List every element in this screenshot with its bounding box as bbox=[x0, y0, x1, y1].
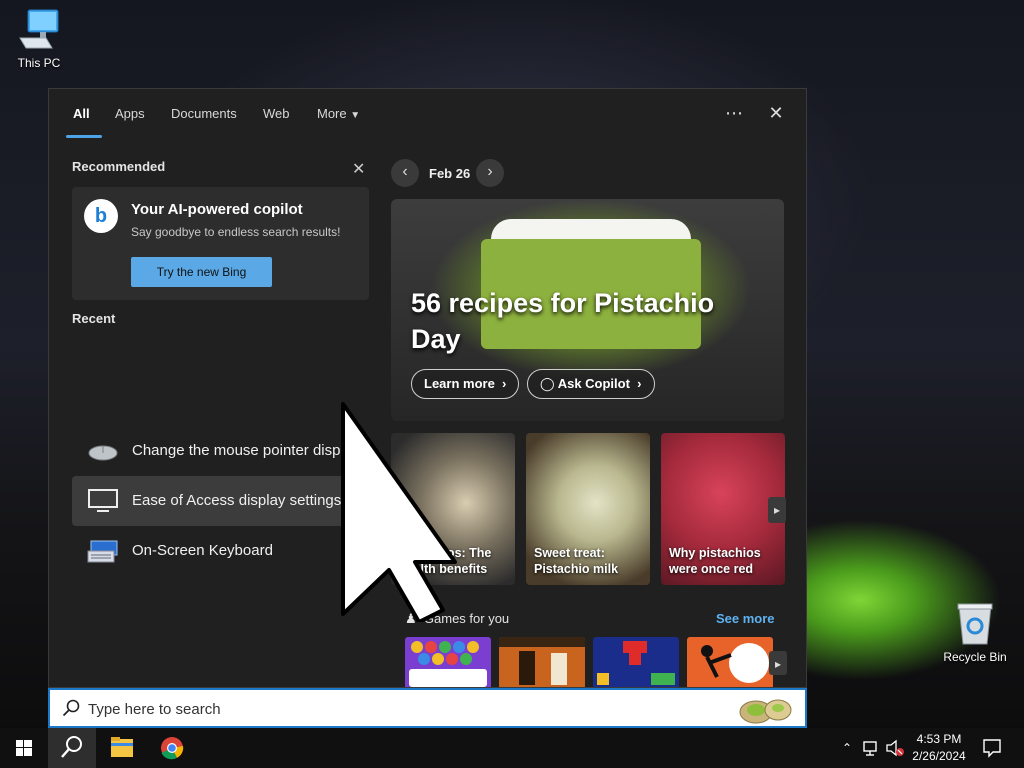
clock-date: 2/26/2024 bbox=[912, 749, 966, 763]
recycle-bin-icon bbox=[957, 603, 993, 645]
tab-apps[interactable]: Apps bbox=[115, 106, 145, 121]
recent-item-label: Change the mouse pointer display or spee… bbox=[132, 442, 364, 459]
recent-item-on-screen-keyboard[interactable]: On-Screen Keyboard bbox=[72, 526, 369, 576]
bing-card-subtitle: Say goodbye to endless search results! bbox=[131, 225, 341, 239]
mouse-icon bbox=[88, 445, 118, 461]
game-tile[interactable] bbox=[593, 637, 679, 687]
active-tab-indicator bbox=[66, 135, 102, 138]
chat-bubble-icon: ◯ bbox=[540, 376, 555, 391]
monitor-icon bbox=[88, 489, 118, 512]
article-caption: Sweet treat: Pistachio milk bbox=[534, 546, 619, 576]
next-day-button[interactable]: › bbox=[476, 159, 504, 187]
folder-icon bbox=[111, 737, 133, 757]
hero-card[interactable]: 56 recipes for Pistachio Day Learn more … bbox=[391, 199, 784, 421]
chevron-right-icon: ▸ bbox=[773, 503, 781, 517]
ask-copilot-button[interactable]: ◯ Ask Copilot › bbox=[527, 369, 655, 399]
tab-web[interactable]: Web bbox=[263, 106, 290, 121]
search-icon bbox=[62, 699, 80, 717]
games-next-button[interactable]: ▸ bbox=[769, 651, 787, 675]
file-explorer-button[interactable] bbox=[98, 728, 146, 768]
tab-more[interactable]: More ▼ bbox=[317, 106, 360, 121]
recent-heading: Recent bbox=[72, 311, 116, 326]
chevron-up-icon: ⌃ bbox=[841, 741, 853, 755]
keyboard-icon bbox=[87, 540, 118, 563]
mouse-cursor-icon bbox=[341, 402, 457, 622]
recommended-heading: Recommended bbox=[72, 159, 166, 174]
recent-item-label: Ease of Access display settings bbox=[132, 492, 342, 509]
chevron-right-icon: › bbox=[633, 376, 642, 391]
bing-logo-icon: b bbox=[84, 199, 118, 233]
highlight-date: Feb 26 bbox=[429, 166, 471, 181]
chrome-icon bbox=[161, 737, 184, 760]
show-hidden-icons-button[interactable]: ⌃ bbox=[838, 728, 856, 768]
taskbar-search-box[interactable] bbox=[48, 688, 807, 728]
left-column: Recommended ✕ b Your AI-powered copilot … bbox=[72, 159, 369, 563]
search-input[interactable] bbox=[88, 696, 728, 722]
bing-card-title: Your AI-powered copilot bbox=[131, 201, 303, 218]
article-card-red-pistachios[interactable]: Why pistachios were once red bbox=[661, 433, 785, 585]
game-tile[interactable] bbox=[499, 637, 585, 687]
taskbar: ⌃ 4:53 PM 2/26/2024 bbox=[0, 728, 1024, 768]
games-row: ▸ bbox=[405, 637, 787, 687]
recycle-bin-label: Recycle Bin bbox=[943, 650, 1007, 664]
dismiss-recommended-button[interactable]: ✕ bbox=[352, 159, 365, 179]
bing-promo-card: b Your AI-powered copilot Say goodbye to… bbox=[72, 187, 369, 300]
ellipsis-icon: ⋯ bbox=[725, 103, 743, 123]
this-pc-desktop-icon[interactable]: This PC bbox=[2, 8, 76, 70]
computer-icon bbox=[19, 9, 59, 49]
chevron-right-icon: ▸ bbox=[774, 657, 782, 671]
article-card-pistachio-milk[interactable]: Sweet treat: Pistachio milk bbox=[526, 433, 650, 585]
chevron-right-icon: › bbox=[498, 376, 507, 391]
game-tile[interactable] bbox=[687, 637, 773, 687]
action-center-button[interactable] bbox=[980, 728, 1004, 768]
tab-documents[interactable]: Documents bbox=[171, 106, 237, 121]
recent-item-mouse-pointer[interactable]: Change the mouse pointer display or spee… bbox=[72, 426, 369, 476]
tab-all[interactable]: All bbox=[73, 106, 90, 121]
windows-logo-icon bbox=[16, 740, 32, 756]
see-more-games-link[interactable]: See more bbox=[716, 611, 775, 626]
taskbar-clock[interactable]: 4:53 PM 2/26/2024 bbox=[906, 731, 972, 765]
network-tray-button[interactable] bbox=[860, 728, 882, 768]
article-caption: Why pistachios were once red bbox=[669, 546, 761, 576]
start-button[interactable] bbox=[0, 728, 48, 768]
try-new-bing-button[interactable]: Try the new Bing bbox=[131, 257, 272, 287]
network-icon bbox=[863, 741, 877, 756]
volume-muted-icon bbox=[886, 739, 904, 757]
clock-time: 4:53 PM bbox=[916, 732, 962, 746]
bubble-shooter-icon bbox=[405, 637, 491, 687]
chess-game-icon bbox=[499, 637, 585, 687]
search-icon bbox=[61, 736, 82, 758]
close-panel-button[interactable]: ✕ bbox=[762, 101, 790, 125]
game-tile[interactable] bbox=[405, 637, 491, 687]
this-pc-label: This PC bbox=[17, 56, 61, 70]
ask-copilot-label: Ask Copilot bbox=[557, 376, 630, 391]
close-icon: ✕ bbox=[352, 161, 366, 178]
learn-more-button[interactable]: Learn more › bbox=[411, 369, 520, 399]
chrome-button[interactable] bbox=[148, 728, 196, 768]
previous-day-button[interactable]: ‹ bbox=[391, 159, 419, 187]
search-taskbar-button[interactable] bbox=[48, 728, 96, 768]
thumbnails-next-button[interactable]: ▸ bbox=[768, 497, 786, 523]
hero-title: 56 recipes for Pistachio Day bbox=[411, 288, 715, 354]
tab-more-label: More bbox=[317, 106, 347, 121]
recent-item-ease-of-access[interactable]: Ease of Access display settings bbox=[72, 476, 369, 526]
chevron-down-icon: ▼ bbox=[350, 110, 361, 121]
learn-more-label: Learn more bbox=[424, 376, 495, 391]
recycle-bin-desktop-icon[interactable]: Recycle Bin bbox=[938, 602, 1012, 664]
close-icon: ✕ bbox=[768, 103, 784, 123]
more-options-button[interactable]: ⋯ bbox=[720, 101, 748, 125]
block-puzzle-icon bbox=[593, 637, 679, 687]
pistachio-doodle-icon[interactable] bbox=[736, 692, 796, 726]
recent-item-label: On-Screen Keyboard bbox=[132, 542, 273, 559]
notification-icon bbox=[983, 739, 1001, 758]
chevron-right-icon: › bbox=[487, 163, 493, 180]
search-tabs: All Apps Documents Web More ▼ ⋯ ✕ bbox=[49, 89, 806, 139]
chevron-left-icon: ‹ bbox=[402, 163, 408, 180]
volume-tray-button[interactable] bbox=[884, 728, 906, 768]
stickman-game-icon bbox=[687, 637, 773, 687]
